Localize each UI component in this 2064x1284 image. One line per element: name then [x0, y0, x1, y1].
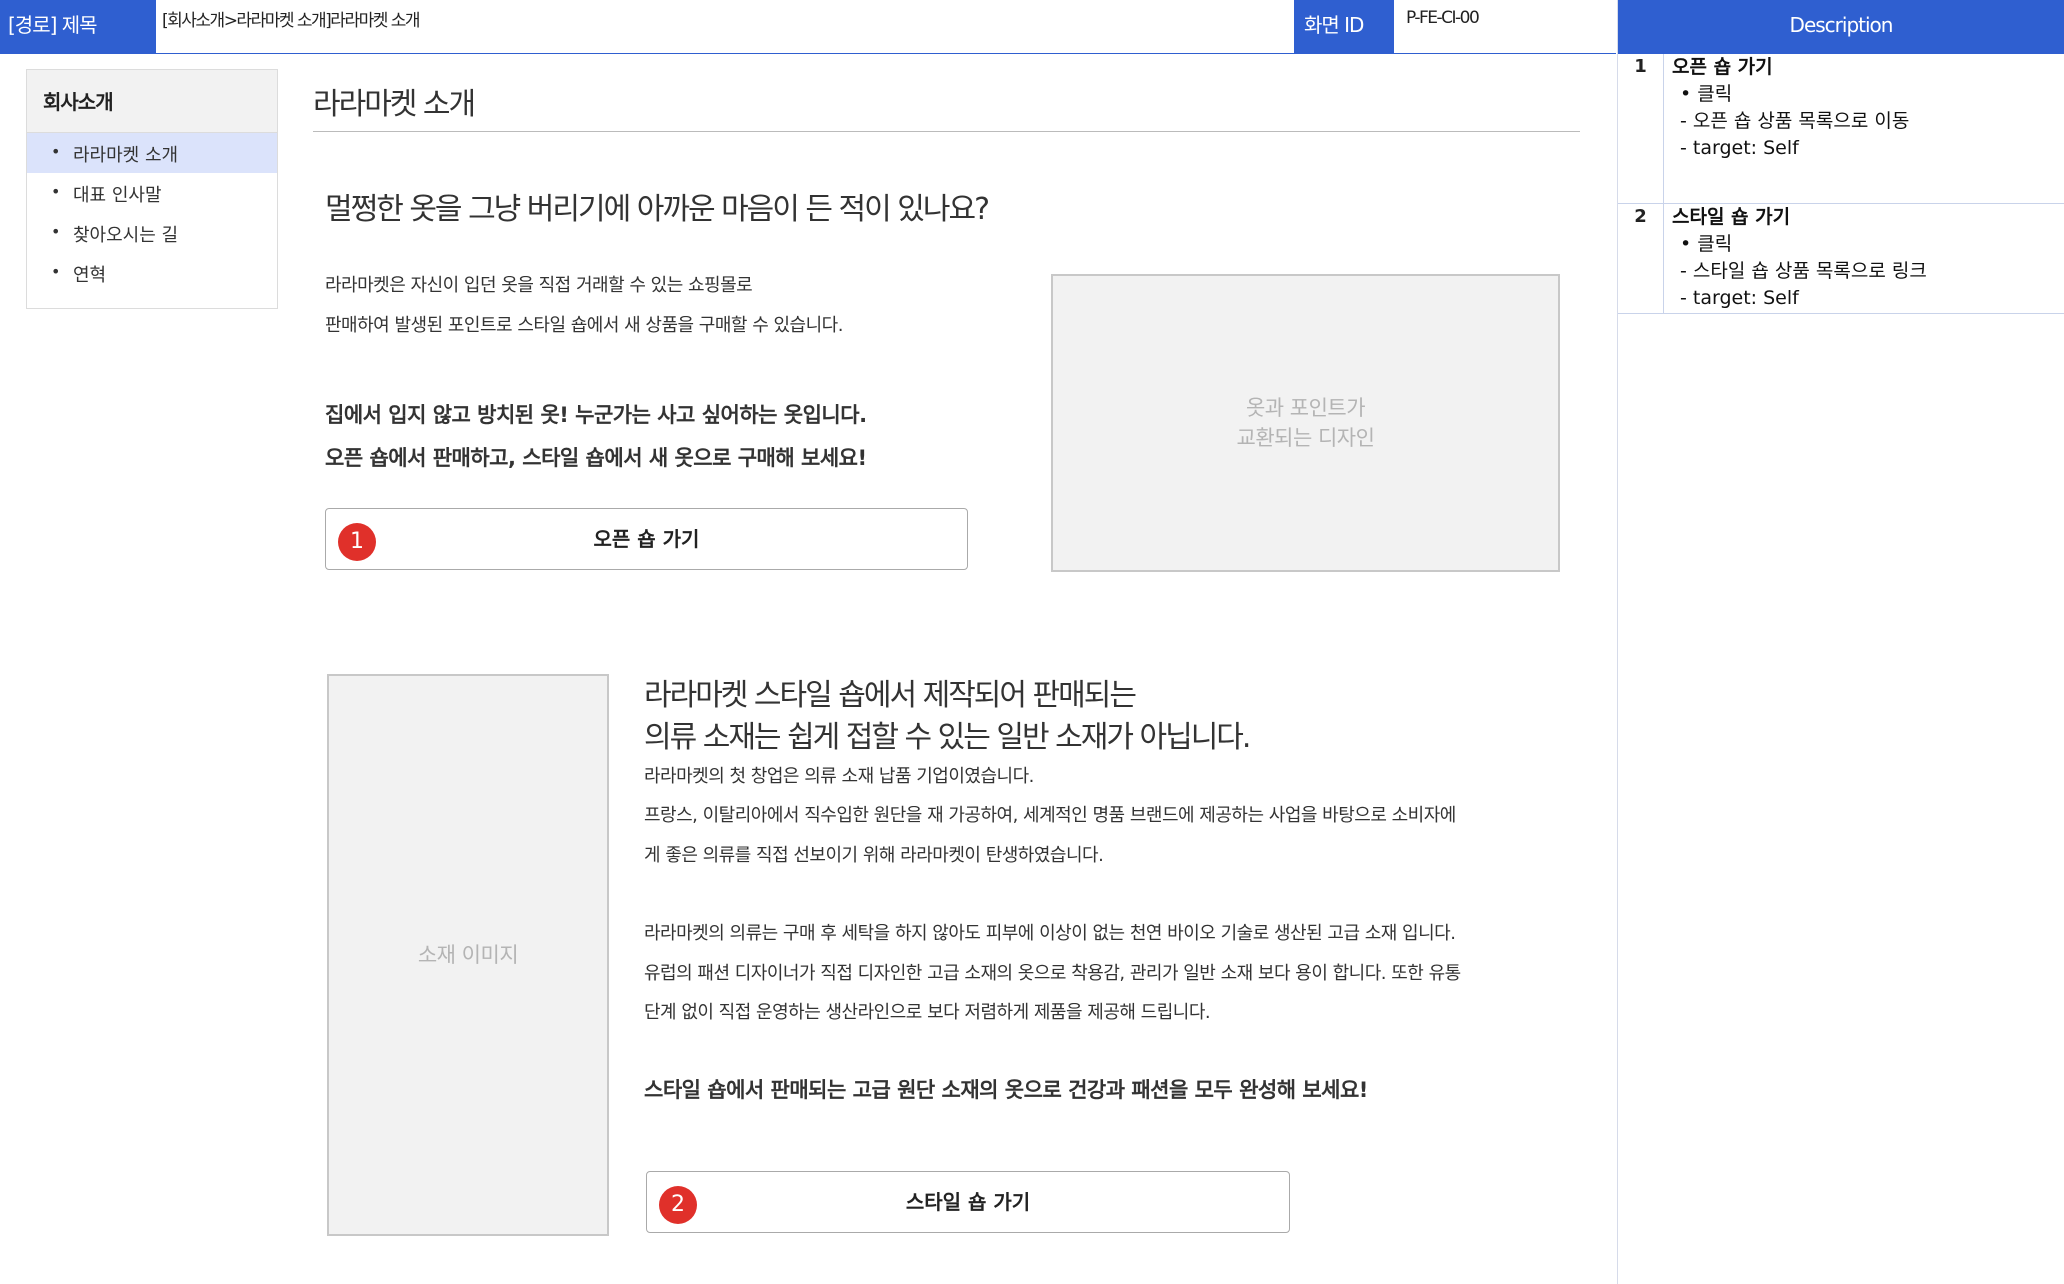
description-item-title: 스타일 숍 가기 — [1672, 206, 1791, 228]
section2-paragraph: 유럽의 패션 디자이너가 직접 디자인한 고급 소재의 옷으로 착용감, 관리가… — [644, 963, 1461, 984]
screen-id-label: 화면 ID — [1294, 0, 1394, 53]
sidebar-nav: 회사소개 • 라라마켓 소개 • 대표 인사말 • 찾아오시는 길 • 연혁 — [26, 69, 278, 309]
section2-heading: 의류 소재는 쉽게 접할 수 있는 일반 소재가 아닙니다. — [644, 720, 1251, 755]
description-heading: Description — [1618, 0, 2064, 54]
bullet-icon: • — [51, 222, 61, 241]
section1-paragraph: 판매하여 발생된 포인트로 스타일 숍에서 새 상품을 구매할 수 있습니다. — [325, 315, 843, 336]
sidebar-item-intro[interactable]: • 라라마켓 소개 — [27, 133, 277, 173]
page-title: 라라마켓 소개 — [313, 87, 476, 122]
description-item-line: - target: Self — [1680, 287, 1799, 309]
screen-id-value: P-FE-CI-00 — [1394, 0, 1616, 53]
sidebar-item-greeting[interactable]: • 대표 인사말 — [27, 173, 277, 213]
sidebar-item-label: 대표 인사말 — [73, 185, 162, 206]
sidebar-item-label: 찾아오시는 길 — [73, 225, 179, 246]
sidebar-item-label: 라라마켓 소개 — [73, 145, 179, 166]
sidebar-title: 회사소개 — [27, 70, 277, 133]
bullet-icon: • — [51, 182, 61, 201]
image-placeholder-label: 소재 이미지 — [417, 943, 519, 967]
spec-header: [경로] 제목 [회사소개>라라마켓 소개]라라마켓 소개 화면 ID P-FE… — [0, 0, 1616, 54]
description-panel: Description 1 오픈 숍 가기 • 클릭 - 오픈 숍 상품 목록으… — [1617, 0, 2064, 1284]
style-shop-button[interactable]: 스타일 숍 가기 — [646, 1171, 1290, 1233]
description-item-line: • 클릭 — [1680, 233, 1733, 255]
title-divider — [313, 131, 1580, 132]
material-image-placeholder: 소재 이미지 — [327, 674, 609, 1236]
description-item-line: - target: Self — [1680, 137, 1799, 159]
section1-emphasis: 오픈 숍에서 판매하고, 스타일 숍에서 새 옷으로 구매해 보세요! — [325, 446, 867, 470]
sidebar-item-label: 연혁 — [73, 265, 107, 286]
image-placeholder-label: 교환되는 디자인 — [1236, 426, 1375, 450]
section2-paragraph: 프랑스, 이탈리아에서 직수입한 원단을 재 가공하여, 세계적인 명품 브랜드… — [644, 805, 1456, 826]
description-item: 1 오픈 숍 가기 • 클릭 - 오픈 숍 상품 목록으로 이동 - targe… — [1618, 54, 2064, 204]
style-shop-button-label: 스타일 숍 가기 — [905, 1190, 1031, 1214]
header-title: [경로] 제목 — [0, 0, 156, 53]
annotation-badge: 1 — [338, 523, 376, 561]
image-placeholder-label: 옷과 포인트가 — [1245, 396, 1366, 420]
section2-emphasis: 스타일 숍에서 판매되는 고급 원단 소재의 옷으로 건강과 패션을 모두 완성… — [644, 1078, 1368, 1102]
sidebar-item-directions[interactable]: • 찾아오시는 길 — [27, 213, 277, 253]
description-item-line: - 스타일 숍 상품 목록으로 링크 — [1680, 260, 1927, 282]
section2-paragraph: 게 좋은 의류를 직접 선보이기 위해 라라마켓이 탄생하였습니다. — [644, 845, 1104, 866]
bullet-icon: • — [51, 262, 61, 281]
section2-heading: 라라마켓 스타일 숍에서 제작되어 판매되는 — [644, 678, 1137, 713]
description-item: 2 스타일 숍 가기 • 클릭 - 스타일 숍 상품 목록으로 링크 - tar… — [1618, 204, 2064, 314]
section2-paragraph: 라라마켓의 의류는 구매 후 세탁을 하지 않아도 피부에 이상이 없는 천연 … — [644, 923, 1456, 944]
description-item-number: 1 — [1618, 54, 1664, 203]
open-shop-button-label: 오픈 숍 가기 — [593, 527, 700, 551]
description-item-number: 2 — [1618, 204, 1664, 313]
open-shop-button[interactable]: 오픈 숍 가기 — [325, 508, 968, 570]
header-path: [회사소개>라라마켓 소개]라라마켓 소개 — [156, 0, 1294, 53]
section1-heading: 멀쩡한 옷을 그냥 버리기에 아까운 마음이 든 적이 있나요? — [325, 192, 990, 227]
bullet-icon: • — [51, 142, 61, 161]
section1-paragraph: 라라마켓은 자신이 입던 옷을 직접 거래할 수 있는 쇼핑몰로 — [325, 275, 753, 296]
annotation-badge: 2 — [659, 1186, 697, 1224]
image-placeholder: 옷과 포인트가 교환되는 디자인 — [1051, 274, 1560, 572]
description-item-title: 오픈 숍 가기 — [1672, 56, 1773, 78]
section1-emphasis: 집에서 입지 않고 방치된 옷! 누군가는 사고 싶어하는 옷입니다. — [325, 403, 867, 427]
description-item-line: - 오픈 숍 상품 목록으로 이동 — [1680, 110, 1910, 132]
section2-paragraph: 단계 없이 직접 운영하는 생산라인으로 보다 저렴하게 제품을 제공해 드립니… — [644, 1002, 1211, 1023]
sidebar-item-history[interactable]: • 연혁 — [27, 253, 277, 293]
description-item-line: • 클릭 — [1680, 83, 1733, 105]
section2-paragraph: 라라마켓의 첫 창업은 의류 소재 납품 기업이였습니다. — [644, 766, 1034, 787]
